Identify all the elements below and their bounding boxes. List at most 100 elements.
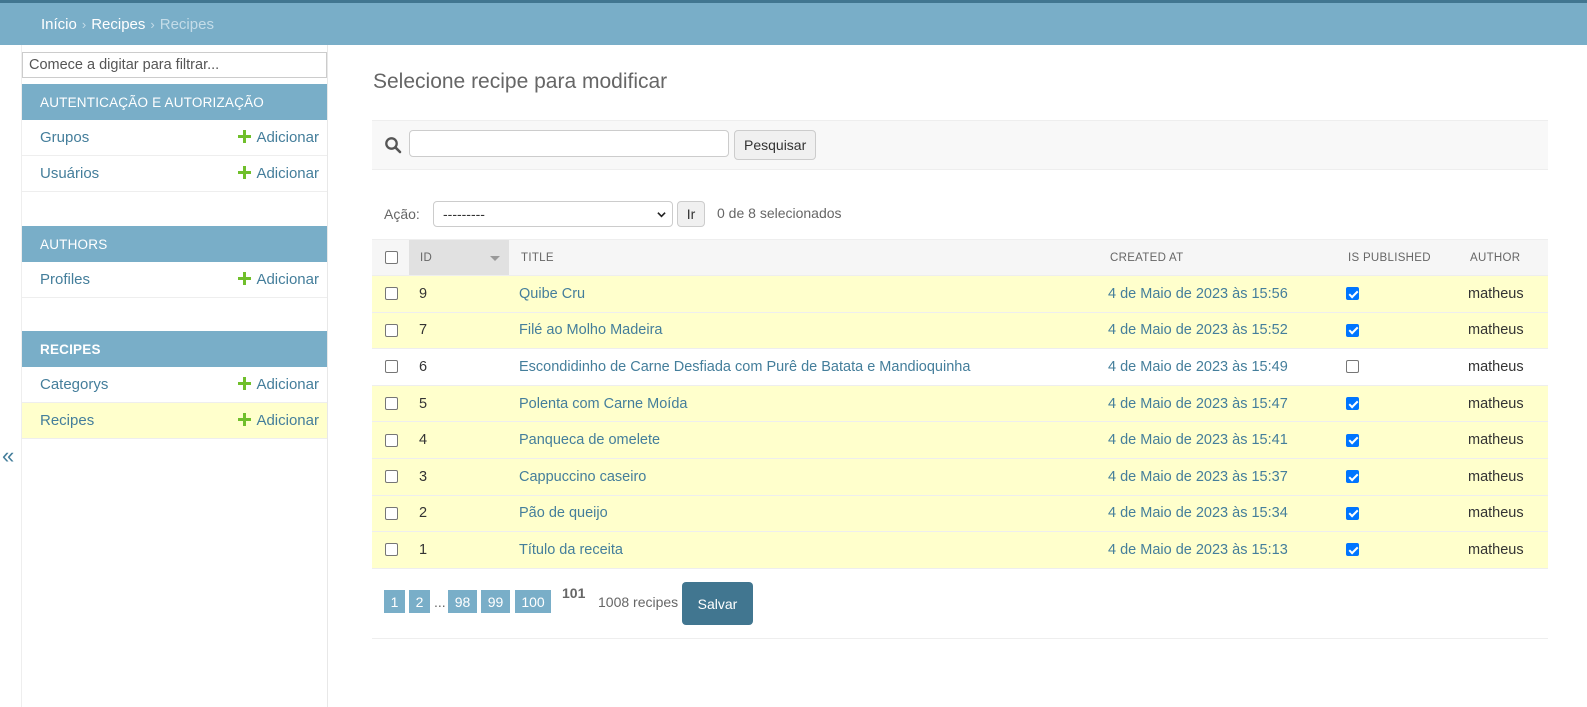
table-row: 1 Título da receita 4 de Maio de 2023 às 1… [372,532,1548,569]
add-label: Adicionar [256,376,319,393]
search-button[interactable]: Pesquisar [734,130,817,160]
table-row: 2 Pão de queijo 4 de Maio de 2023 às 15:34… [372,495,1548,533]
row-select-checkbox[interactable] [385,506,398,520]
add-usuarios-link[interactable]: Adicionar [238,165,319,182]
add-categorys-link[interactable]: Adicionar [238,376,319,393]
sidebar-item-label[interactable]: Categorys [40,376,108,393]
nav-filter-input[interactable] [22,52,327,78]
add-recipes-link[interactable]: Adicionar [238,412,319,429]
add-profiles-link[interactable]: Adicionar [238,271,319,288]
row-title-link[interactable]: Polenta com Carne Moída [519,386,687,422]
row-id: 3 [419,468,428,485]
search-toolbar: Pesquisar [372,120,1548,170]
row-title-link[interactable]: Panqueca de omelete [519,422,660,458]
column-header-title[interactable]: TITLE [521,240,554,275]
row-created-at: 4 de Maio de 2023 às 15:56 [1108,285,1288,302]
paginator: 1 2 ... 98 99 100 101 1008 recipes Salva… [372,569,1548,639]
sidebar-item-label[interactable]: Profiles [40,271,90,288]
row-created-at: 4 de Maio de 2023 às 15:52 [1108,322,1288,339]
nav-sidebar: AUTENTICAÇÃO E AUTORIZAÇÃO Grupos Adicio… [0,45,328,707]
module-caption-recipes[interactable]: RECIPES [22,331,327,367]
save-button[interactable]: Salvar [682,582,753,625]
sidebar-item-profiles: Profiles Adicionar [22,262,327,298]
sidebar-divider [327,45,328,707]
add-label: Adicionar [256,129,319,146]
table-header: ID TITLE CREATED AT IS PUBLISHED AUTHOR [372,239,1548,276]
result-list-table: ID TITLE CREATED AT IS PUBLISHED AUTHOR … [372,239,1548,569]
plus-icon [238,272,252,285]
row-title-link[interactable]: Quibe Cru [519,276,585,312]
column-header-author[interactable]: AUTHOR [1470,240,1520,275]
row-select-cell [385,459,398,495]
row-is-published [1346,276,1359,312]
row-select-checkbox[interactable] [385,360,398,374]
plus-icon [238,166,252,179]
add-label: Adicionar [256,412,319,429]
result-count: 1008 recipes [598,594,679,610]
module-caption-auth[interactable]: AUTENTICAÇÃO E AUTORIZAÇÃO [22,84,327,120]
row-select-checkbox[interactable] [385,287,398,301]
search-input[interactable] [409,130,729,157]
chevron-down-icon [657,212,666,218]
page-link-2[interactable]: 2 [409,590,430,613]
row-author: matheus [1468,468,1524,485]
is-published-checkbox[interactable] [1346,323,1359,337]
breadcrumb-home-link[interactable]: Início [41,16,77,33]
is-published-checkbox[interactable] [1346,360,1359,374]
row-is-published [1346,459,1359,495]
row-is-published [1346,349,1359,385]
row-author: matheus [1468,505,1524,522]
row-select-checkbox[interactable] [385,323,398,337]
row-select-checkbox[interactable] [385,543,398,557]
row-select-checkbox[interactable] [385,397,398,411]
is-published-checkbox[interactable] [1346,287,1359,301]
row-id: 5 [419,395,428,412]
module-caption-authors[interactable]: AUTHORS [22,226,327,262]
is-published-checkbox[interactable] [1346,397,1359,411]
row-id: 1 [419,541,428,558]
page-link-1[interactable]: 1 [384,590,405,613]
column-header-id[interactable]: ID [409,240,509,275]
toggle-sidebar-button[interactable]: « [2,443,14,469]
row-title-link[interactable]: Escondidinho de Carne Desfiada com Purê … [519,349,970,385]
table-row: 3 Cappuccino caseiro 4 de Maio de 2023 às … [372,458,1548,496]
action-select[interactable]: --------- [433,201,673,227]
page-ellipsis: ... [434,594,446,610]
sidebar-item-label[interactable]: Grupos [40,129,89,146]
sidebar-item-label[interactable]: Recipes [40,412,94,429]
page-link-99[interactable]: 99 [481,590,510,613]
table-row: 9 Quibe Cru 4 de Maio de 2023 às 15:56 math… [372,276,1548,313]
action-go-button[interactable]: Ir [677,201,705,227]
is-published-checkbox[interactable] [1346,543,1359,557]
row-title-link[interactable]: Pão de queijo [519,496,608,532]
column-header-is-published[interactable]: IS PUBLISHED [1348,240,1431,275]
add-grupos-link[interactable]: Adicionar [238,129,319,146]
plus-icon [238,377,252,390]
table-row: 4 Panqueca de omelete 4 de Maio de 2023 às… [372,422,1548,459]
row-created-at: 4 de Maio de 2023 às 15:47 [1108,395,1288,412]
breadcrumb-app-link[interactable]: Recipes [91,16,145,33]
row-author: matheus [1468,541,1524,558]
row-select-cell [385,386,398,422]
sort-descending-icon[interactable] [490,256,500,261]
row-title-link[interactable]: Título da receita [519,532,623,568]
row-title-link[interactable]: Cappuccino caseiro [519,459,646,495]
column-header-created-at[interactable]: CREATED AT [1110,240,1184,275]
row-select-checkbox[interactable] [385,470,398,484]
is-published-checkbox[interactable] [1346,433,1359,447]
select-all-column [385,240,398,275]
row-title-link[interactable]: Filé ao Molho Madeira [519,313,662,349]
row-author: matheus [1468,395,1524,412]
is-published-checkbox[interactable] [1346,506,1359,520]
row-created-at: 4 de Maio de 2023 às 15:34 [1108,505,1288,522]
is-published-checkbox[interactable] [1346,470,1359,484]
row-is-published [1346,313,1359,349]
page-link-100[interactable]: 100 [515,590,551,613]
row-select-checkbox[interactable] [385,433,398,447]
page-link-98[interactable]: 98 [448,590,477,613]
sidebar-item-label[interactable]: Usuários [40,165,99,182]
select-all-checkbox[interactable] [385,251,398,264]
current-page: 101 [562,585,586,601]
table-row: 6 Escondidinho de Carne Desfiada com Purê… [372,349,1548,386]
row-is-published [1346,386,1359,422]
